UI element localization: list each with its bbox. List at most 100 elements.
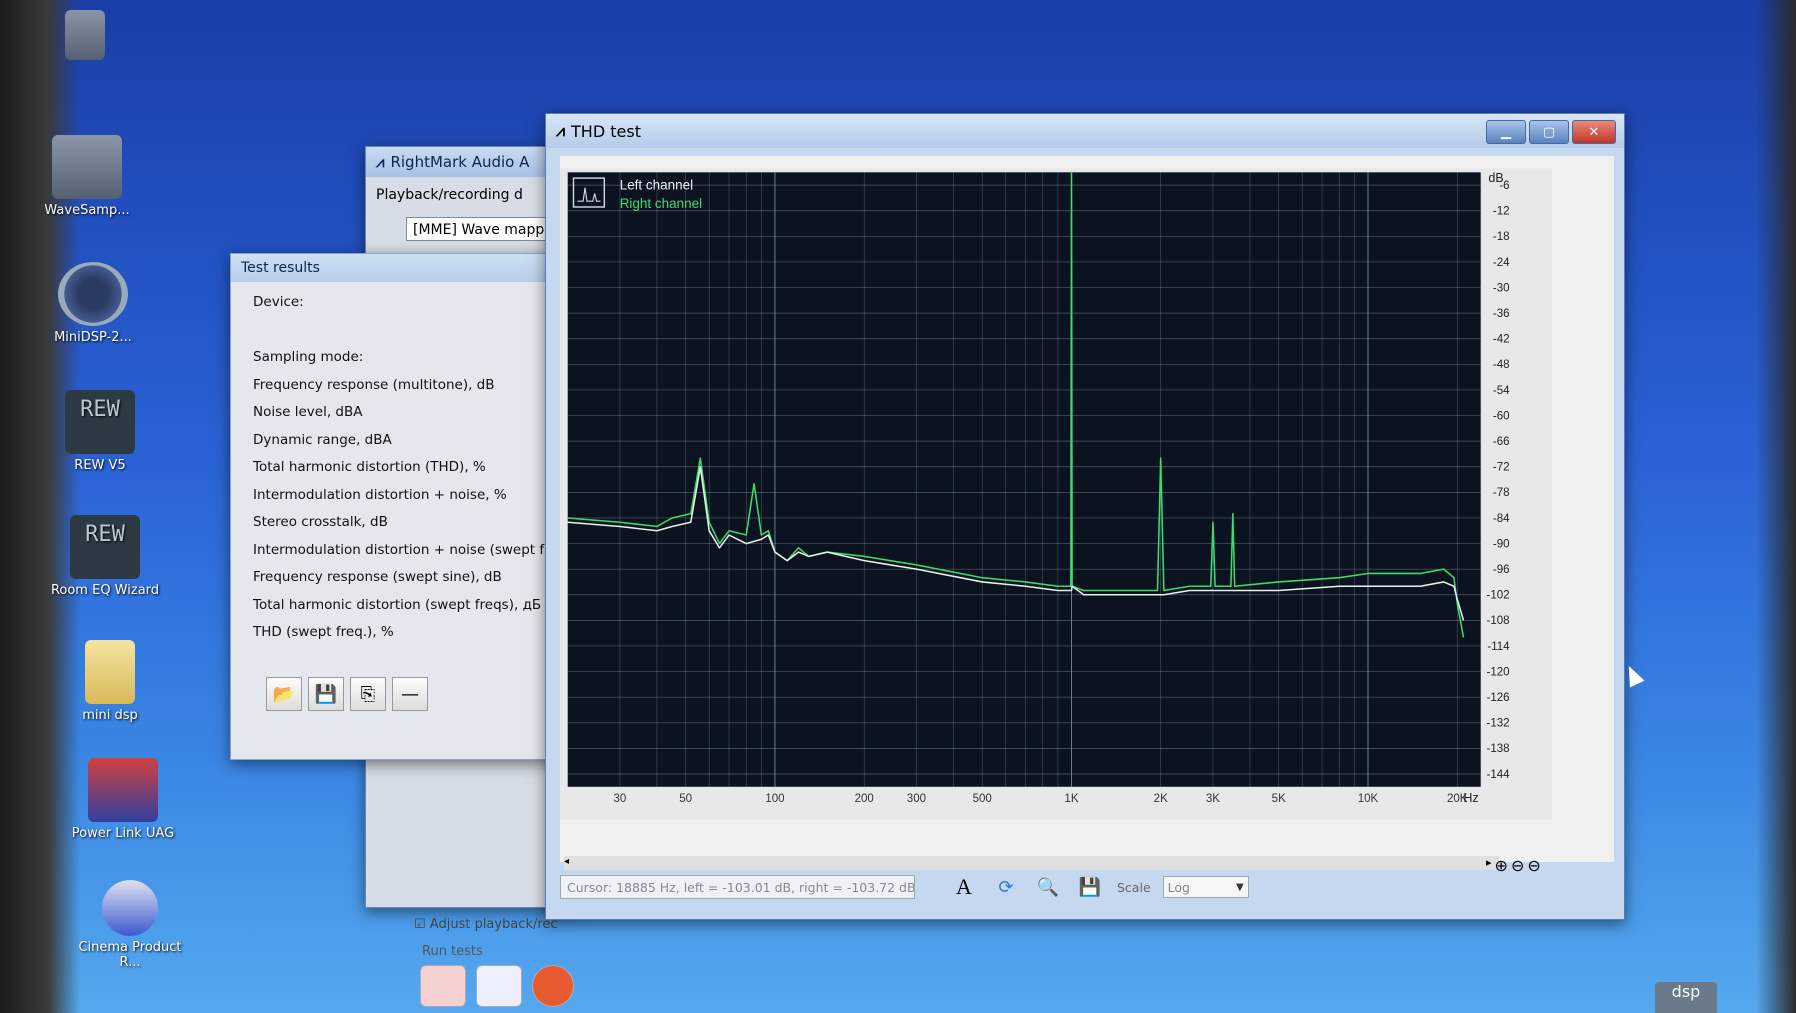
desktop-icon-rew[interactable]: REW REW V5: [45, 390, 155, 473]
y-tick-label: -24: [1493, 257, 1510, 269]
y-tick-label: -36: [1493, 308, 1510, 320]
scale-value: Log: [1167, 880, 1190, 895]
speaker-red-icon[interactable]: [420, 965, 466, 1007]
desktop-icon-room-eq-wizard[interactable]: REW Room EQ Wizard: [50, 515, 160, 598]
y-tick-label: -72: [1493, 462, 1510, 474]
thd-spectrum-chart[interactable]: 30 50 100 200 300 500 1K 2K 3K 5K 10K 20K -6-12-18-…: [560, 156, 1552, 832]
result-sampling-mode: Sampling mode:: [253, 349, 364, 365]
result-thd: Total harmonic distortion (THD), %: [253, 459, 486, 475]
result-stereo-crosstalk: Stereo crosstalk, dB: [253, 514, 388, 530]
desktop-icon-wavesamp[interactable]: WaveSamp...: [32, 135, 142, 218]
x-tick-label: 2K: [1154, 793, 1168, 805]
y-tick-label: -78: [1493, 487, 1510, 499]
thd-test-window[interactable]: ⩘ THD test ▁ ▢ ✕ 30 50 100 200 300 500 1K 2K 3K 5…: [545, 113, 1625, 920]
y-tick-label: -54: [1493, 385, 1510, 397]
adjust-playback-checkbox[interactable]: ☑ Adjust playback/rec: [414, 917, 558, 932]
desktop-icon-label: Cinema Product R...: [78, 940, 182, 970]
thd-statusbar: Cursor: 18885 Hz, left = -103.01 dB, rig…: [560, 866, 1610, 908]
minimize-icon[interactable]: ▁: [1486, 120, 1526, 144]
plot-frame: 30 50 100 200 300 500 1K 2K 3K 5K 10K 20K -6 -12 -18-…: [560, 156, 1614, 875]
x-tick-label: 30: [613, 793, 626, 805]
y-tick-label: -132: [1486, 718, 1509, 730]
x-tick-label: 200: [855, 793, 874, 805]
save-icon[interactable]: 💾: [1075, 873, 1105, 901]
rightmark-logo-icon: ⩘: [376, 153, 385, 171]
result-noise-level: Noise level, dBA: [253, 404, 363, 420]
x-tick-label: 50: [679, 793, 692, 805]
rightmark-title: RightMark Audio A: [390, 153, 530, 171]
plot-background: [567, 172, 1481, 787]
power-link-icon: [88, 758, 158, 822]
cinema-icon: [102, 880, 158, 936]
cursor-readout: Cursor: 18885 Hz, left = -103.01 dB, rig…: [560, 875, 915, 899]
minus-icon[interactable]: —: [392, 677, 428, 711]
y-tick-label: -108: [1486, 615, 1509, 627]
scale-select[interactable]: Log ▼: [1162, 876, 1249, 898]
record-icon[interactable]: [532, 965, 574, 1007]
desktop-icon-minidsp[interactable]: MiniDSP-2...: [38, 262, 148, 345]
legend-right-channel: Right channel: [620, 196, 702, 211]
monitor-bezel-right: [1756, 0, 1796, 1013]
y-tick-label: -144: [1486, 769, 1510, 781]
font-icon[interactable]: A: [949, 873, 979, 901]
test-results-list: Device: Sampling mode: Frequency respons…: [253, 294, 579, 652]
x-axis-label: Hz: [1463, 791, 1478, 805]
y-tick-label: -84: [1493, 513, 1510, 525]
result-thd-swept-db: Total harmonic distortion (swept freqs),…: [253, 596, 542, 613]
run-tests-label: Run tests: [422, 944, 483, 959]
folder-icon: [85, 640, 135, 704]
y-tick-label: -114: [1487, 641, 1510, 653]
taskbar-logo-icon[interactable]: dsp: [1655, 982, 1717, 1013]
wave-app-icon: [52, 135, 122, 199]
speaker-icon[interactable]: [476, 965, 522, 1007]
desktop-icon-label: Power Link UAG: [71, 826, 175, 841]
minidsp-icon: [58, 262, 128, 326]
thd-app-icon: ⩘: [556, 121, 566, 140]
y-tick-label: -18: [1493, 231, 1510, 243]
result-thd-swept-percent: THD (swept freq.), %: [253, 624, 394, 640]
y-tick-label: -12: [1493, 206, 1510, 218]
test-results-window[interactable]: Test results Device: Sampling mode: Freq…: [230, 253, 579, 760]
y-tick-label: -48: [1493, 359, 1510, 371]
y-axis-label: dB: [1488, 171, 1503, 185]
desktop-icon-label: Room EQ Wizard: [50, 583, 160, 598]
save-icon[interactable]: 💾: [308, 677, 344, 711]
scale-label: Scale: [1117, 879, 1151, 895]
result-device: Device:: [253, 294, 304, 310]
desktop-icon-mini-dsp-folder[interactable]: mini dsp: [55, 640, 165, 723]
y-tick-label: -102: [1486, 590, 1509, 602]
y-tick-label: -120: [1486, 666, 1509, 678]
result-freq-swept: Frequency response (swept sine), dB: [253, 569, 502, 585]
result-imd-swept: Intermodulation distortion + noise (swep…: [253, 541, 579, 558]
x-tick-label: 300: [907, 793, 926, 805]
x-tick-label: 10K: [1358, 793, 1379, 805]
open-folder-icon[interactable]: 📂: [266, 677, 302, 711]
rew-wizard-icon: REW: [70, 515, 140, 579]
desktop-icon-label: MiniDSP-2...: [54, 330, 132, 345]
test-results-titlebar[interactable]: Test results: [231, 254, 561, 282]
run-tests-buttons: [420, 965, 574, 1007]
close-icon[interactable]: ✕: [1572, 120, 1616, 144]
refresh-icon[interactable]: ⟳: [991, 873, 1021, 901]
result-frequency-response: Frequency response (multitone), dB: [253, 376, 495, 393]
result-spacer: [253, 322, 579, 350]
search-icon[interactable]: 🔍: [1033, 873, 1063, 901]
desktop-icon-cinema[interactable]: Cinema Product R...: [75, 880, 185, 970]
legend-left-channel: Left channel: [620, 178, 693, 193]
result-imd: Intermodulation distortion + noise, %: [253, 486, 507, 503]
recycle-bin-icon: [65, 10, 105, 60]
result-dynamic-range: Dynamic range, dBA: [253, 431, 392, 448]
desktop-icon-power-link[interactable]: Power Link UAG: [68, 758, 178, 841]
thd-title: THD test: [571, 121, 641, 141]
y-tick-label: -138: [1486, 743, 1509, 755]
x-tick-label: 100: [765, 793, 784, 805]
x-tick-label: 1K: [1064, 793, 1078, 805]
results-toolbar: 📂 💾 ⎘ —: [266, 677, 428, 711]
y-tick-label: -90: [1493, 538, 1510, 550]
copy-icon[interactable]: ⎘: [350, 677, 386, 711]
window-caption-buttons: ▁ ▢ ✕: [1486, 120, 1616, 144]
maximize-icon[interactable]: ▢: [1529, 120, 1569, 144]
thd-titlebar[interactable]: ⩘ THD test: [546, 114, 1624, 148]
desktop-icon-recycle-bin[interactable]: [30, 10, 140, 64]
x-tick-label: 5K: [1272, 793, 1286, 805]
